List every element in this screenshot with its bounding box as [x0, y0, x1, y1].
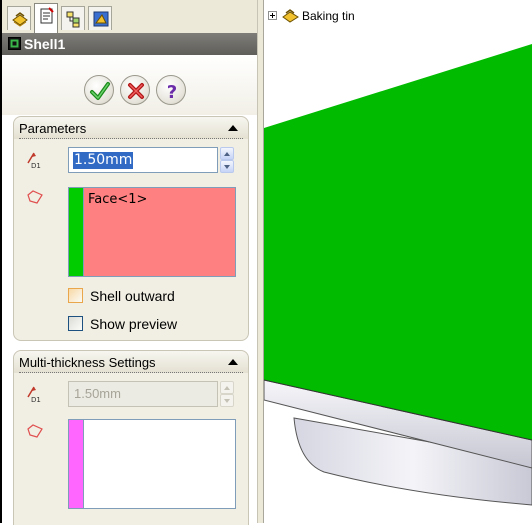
thickness-input[interactable]: 1.50mm	[68, 147, 218, 173]
panel-splitter[interactable]	[257, 0, 264, 523]
help-question-icon: ?	[167, 82, 177, 102]
show-preview-checkbox[interactable]	[68, 316, 83, 331]
faces-to-remove-icon	[27, 190, 43, 204]
cancel-button[interactable]	[120, 75, 150, 105]
spin-down-button	[220, 394, 234, 407]
expand-plus-icon[interactable]	[268, 11, 277, 20]
shell-outward-checkbox[interactable]	[68, 288, 83, 303]
faces-to-remove-list[interactable]: Face<1>	[68, 187, 236, 277]
help-button[interactable]: ?	[156, 75, 186, 105]
part-icon	[282, 9, 299, 23]
multi-thickness-input: 1.50mm	[68, 381, 218, 407]
multi-thickness-value: 1.50mm	[74, 386, 121, 401]
multi-thickness-spinner	[220, 381, 234, 407]
shell-feature-icon	[8, 37, 21, 50]
header-underline	[19, 138, 243, 139]
selection-color-strip	[69, 420, 83, 508]
face-list-item[interactable]: Face<1>	[88, 192, 147, 207]
thickness-dimension-icon: D1	[27, 152, 41, 169]
multi-thickness-title: Multi-thickness Settings	[19, 355, 156, 370]
svg-text:?: ?	[167, 82, 177, 102]
spin-up-button[interactable]	[220, 147, 234, 160]
cancel-x-icon	[128, 83, 144, 99]
property-manager-panel: Shell1 ? Parameters D1 1.50mm Face<1> Sh…	[0, 0, 257, 525]
parameters-title: Parameters	[19, 121, 87, 136]
multi-thickness-selection-area[interactable]	[83, 420, 235, 508]
ok-checkmark-icon	[90, 82, 110, 100]
tab-feature-manager[interactable]	[7, 6, 31, 30]
model-render[interactable]	[264, 0, 532, 523]
thickness-spinner	[220, 147, 234, 173]
parameters-group: Parameters D1 1.50mm Face<1> Shell outwa…	[13, 116, 249, 341]
feature-title: Shell1	[24, 36, 66, 52]
ok-button[interactable]	[84, 75, 114, 105]
multi-thickness-faces-list[interactable]	[68, 419, 236, 509]
selection-color-strip	[69, 188, 83, 276]
svg-text:D1: D1	[31, 396, 41, 403]
header-underline	[19, 372, 243, 373]
graphics-area[interactable]: Baking tin	[264, 0, 532, 523]
property-manager-icon	[40, 7, 54, 24]
faces-selection-area[interactable]: Face<1>	[83, 188, 235, 276]
spin-down-button[interactable]	[220, 160, 234, 173]
manager-tab-strip	[2, 0, 257, 33]
feature-tree-icon	[12, 12, 28, 27]
feature-title-bar: Shell1	[2, 33, 257, 55]
tab-dimxpert-manager[interactable]	[88, 6, 112, 30]
svg-text:D1: D1	[31, 162, 41, 169]
thickness-value: 1.50mm	[73, 152, 134, 169]
parameters-group-header[interactable]: Parameters	[14, 117, 248, 139]
collapse-arrow-icon[interactable]	[228, 359, 238, 365]
tab-property-manager[interactable]	[34, 3, 58, 33]
collapse-arrow-icon[interactable]	[228, 125, 238, 131]
show-preview-label: Show preview	[90, 316, 178, 332]
multi-thickness-faces-icon	[27, 424, 43, 438]
selected-face[interactable]	[264, 44, 532, 440]
dimxpert-icon	[93, 11, 109, 27]
multi-thickness-group: Multi-thickness Settings D1 1.50mm	[13, 350, 249, 525]
spin-up-button	[220, 381, 234, 394]
tab-configuration-manager[interactable]	[61, 6, 85, 30]
multi-thickness-group-header[interactable]: Multi-thickness Settings	[14, 351, 248, 373]
thickness-dimension-icon: D1	[27, 386, 41, 403]
configuration-manager-icon	[66, 11, 80, 28]
action-buttons-row: ?	[2, 55, 257, 115]
part-name-label: Baking tin	[302, 9, 355, 23]
shell-outward-label: Shell outward	[90, 288, 175, 304]
